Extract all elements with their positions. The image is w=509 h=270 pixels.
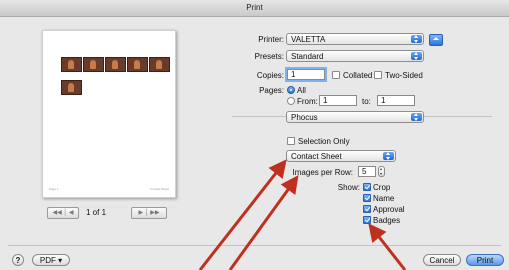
annotation-arrow-3 [368,223,407,270]
annotation-arrow-2 [228,175,299,270]
annotation-arrows [198,159,407,270]
